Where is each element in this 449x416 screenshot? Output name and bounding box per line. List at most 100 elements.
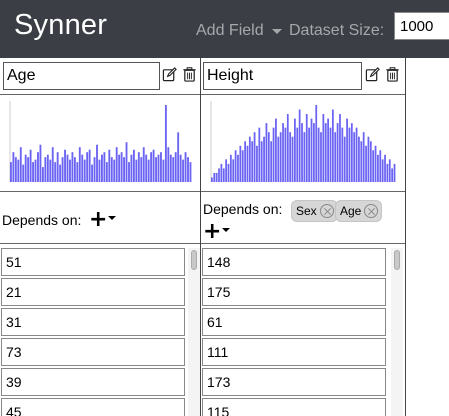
value-cell[interactable] [1, 278, 185, 306]
histogram-bar [115, 147, 118, 182]
histogram-bar [239, 145, 242, 182]
histogram-bar [140, 157, 143, 182]
histogram-bar [105, 162, 108, 182]
remove-icon[interactable] [364, 204, 379, 218]
histogram-bar [251, 141, 254, 182]
histogram-bar [369, 141, 372, 182]
field-name-input[interactable] [203, 62, 362, 90]
remove-icon[interactable] [319, 204, 334, 218]
histogram-bar [59, 164, 62, 182]
histogram-bar [213, 172, 216, 182]
histogram-bar [248, 136, 251, 182]
histogram-bar [113, 159, 116, 182]
histogram-bar [169, 154, 172, 182]
value-cell[interactable] [1, 338, 185, 366]
histogram-bar [315, 105, 318, 182]
histogram-bar [125, 142, 128, 182]
dataset-size-input[interactable] [394, 12, 449, 40]
histogram-bar [14, 157, 17, 182]
histogram-bar [167, 147, 170, 182]
value-cell[interactable] [202, 248, 386, 276]
depends-on-label: Depends on: [2, 212, 82, 228]
histogram-bar [215, 172, 218, 182]
histogram-bar [12, 152, 15, 182]
add-field-label: Add Field [196, 22, 264, 39]
field-name-input[interactable] [3, 62, 160, 90]
histogram-bar [147, 159, 150, 182]
value-cell[interactable] [202, 308, 386, 336]
histogram[interactable] [0, 94, 200, 192]
histogram-bar [164, 105, 167, 182]
histogram-bar [160, 152, 162, 182]
histogram-bar [339, 114, 341, 182]
histogram-chart [210, 101, 396, 182]
histogram-bar [128, 162, 130, 182]
chevron-down-icon [222, 228, 231, 232]
field-column-age: Depends on: + [0, 58, 201, 416]
histogram-bar [118, 154, 121, 182]
histogram[interactable] [201, 94, 405, 192]
histogram-bar [189, 162, 192, 182]
histogram-bar [367, 136, 370, 182]
histogram-bar [374, 145, 377, 182]
histogram-bar [360, 141, 363, 182]
histogram-bar [101, 154, 103, 182]
field-column-height: Depends on: Sex Age + [201, 58, 406, 416]
histogram-bar [284, 127, 287, 182]
plus-icon: + [203, 219, 222, 244]
histogram-bar [305, 114, 308, 182]
depends-on-section: Depends on: Sex Age + [201, 192, 405, 244]
histogram-bar [282, 123, 284, 182]
scrollbar-thumb[interactable] [394, 250, 400, 270]
value-cell[interactable] [1, 368, 185, 396]
histogram-bar [253, 132, 256, 182]
histogram-bar [393, 163, 396, 182]
histogram-bar [49, 159, 52, 182]
histogram-bar [377, 154, 379, 182]
trash-icon[interactable] [182, 67, 197, 82]
edit-icon[interactable] [365, 67, 380, 82]
value-cell[interactable] [1, 248, 185, 276]
histogram-bar [135, 159, 138, 182]
histogram-bar [346, 118, 348, 182]
scrollbar[interactable] [188, 248, 200, 416]
value-cell[interactable] [202, 278, 386, 306]
trash-icon[interactable] [385, 67, 400, 82]
value-cell[interactable] [1, 308, 185, 336]
dependency-tag-sex: Sex [291, 200, 338, 222]
edit-icon[interactable] [162, 67, 177, 82]
histogram-bar [51, 147, 54, 182]
plus-icon: + [89, 207, 108, 232]
value-cell[interactable] [202, 398, 386, 416]
histogram-bar [286, 114, 289, 182]
histogram-bar [241, 150, 244, 182]
histogram-bar [365, 145, 367, 182]
histogram-bar [39, 144, 42, 182]
histogram-bar [384, 154, 386, 182]
add-field-button[interactable]: Add Field [196, 22, 282, 40]
scrollbar-thumb[interactable] [191, 250, 197, 270]
histogram-bar [334, 132, 337, 182]
histogram-bar [324, 123, 327, 182]
depends-on-section: Depends on: + [0, 192, 200, 244]
add-dependency-button[interactable]: + [203, 219, 231, 244]
scrollbar[interactable] [391, 248, 403, 416]
value-cell[interactable] [202, 368, 386, 396]
add-dependency-button[interactable]: + [89, 207, 117, 232]
histogram-bar [91, 164, 94, 182]
histogram-bar [46, 154, 49, 182]
histogram-bar [258, 127, 261, 182]
histogram-bar [229, 154, 232, 182]
value-cell[interactable] [1, 398, 185, 416]
histogram-bar [256, 145, 258, 182]
histogram-bar [260, 141, 263, 182]
histogram-bar [296, 127, 299, 182]
value-cell[interactable] [202, 338, 386, 366]
histogram-bar [391, 168, 394, 182]
histogram-bar [142, 147, 145, 182]
histogram-bar [220, 163, 223, 182]
chevron-down-icon [108, 216, 117, 220]
histogram-bar [372, 150, 375, 182]
dependency-tag-age: Age [335, 200, 383, 222]
histogram-bar [275, 118, 277, 182]
